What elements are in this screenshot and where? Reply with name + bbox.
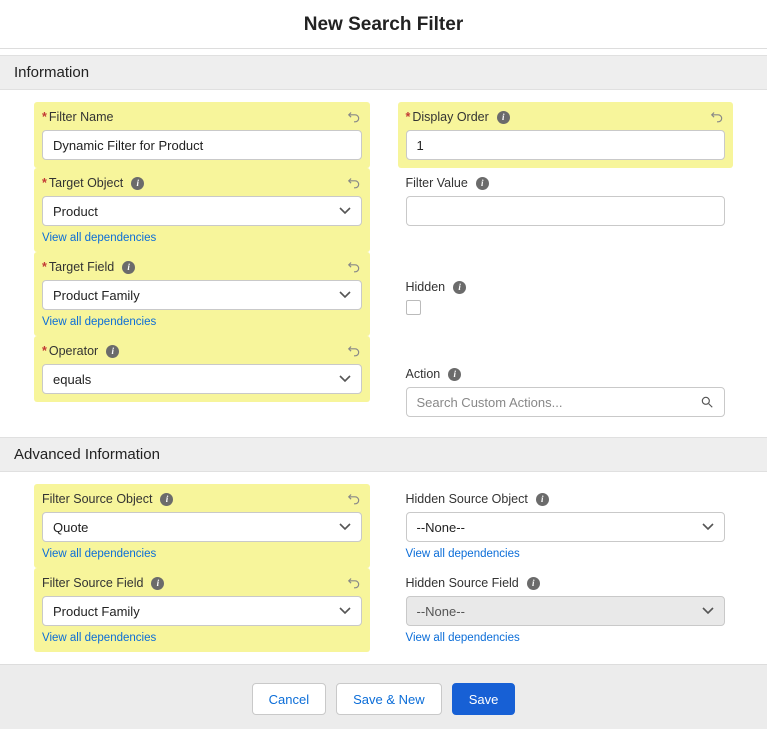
display-order-label: Display Order <box>412 110 488 124</box>
hidden-source-object-label: Hidden Source Object <box>406 492 528 506</box>
chevron-down-icon <box>339 523 351 531</box>
operator-select[interactable]: equals <box>42 364 362 394</box>
undo-icon[interactable] <box>346 342 362 358</box>
search-icon <box>700 395 714 409</box>
chevron-down-icon <box>702 523 714 531</box>
operator-label: Operator <box>49 344 98 358</box>
info-icon[interactable]: i <box>448 368 461 381</box>
required-asterisk: * <box>42 260 47 274</box>
filter-source-field-select[interactable]: Product Family <box>42 596 362 626</box>
information-body: * Filter Name * Target Object i Product … <box>0 90 767 437</box>
info-icon[interactable]: i <box>476 177 489 190</box>
target-field-select[interactable]: Product Family <box>42 280 362 310</box>
info-right-col: * Display Order i Filter Value i Hidden … <box>398 102 734 425</box>
hidden-source-object-deps-link[interactable]: View all dependencies <box>406 548 520 560</box>
undo-icon[interactable] <box>709 108 725 124</box>
info-icon[interactable]: i <box>453 281 466 294</box>
adv-left-col: Filter Source Object i Quote View all de… <box>34 484 370 652</box>
info-icon[interactable]: i <box>527 577 540 590</box>
required-asterisk: * <box>42 110 47 124</box>
required-asterisk: * <box>42 176 47 190</box>
undo-icon[interactable] <box>346 108 362 124</box>
undo-icon[interactable] <box>346 174 362 190</box>
target-field-value: Product Family <box>53 288 140 303</box>
hidden-source-field-label: Hidden Source Field <box>406 576 519 590</box>
display-order-input[interactable] <box>406 130 726 160</box>
save-new-button[interactable]: Save & New <box>336 683 442 715</box>
chevron-down-icon <box>702 607 714 615</box>
operator-value: equals <box>53 372 91 387</box>
hidden-source-field-value: --None-- <box>417 604 465 619</box>
chevron-down-icon <box>339 607 351 615</box>
filter-source-field-deps-link[interactable]: View all dependencies <box>42 632 156 644</box>
field-filter-name: * Filter Name <box>34 102 370 168</box>
section-advanced: Advanced Information <box>0 437 767 472</box>
target-object-deps-link[interactable]: View all dependencies <box>42 232 156 244</box>
undo-icon[interactable] <box>346 574 362 590</box>
filter-value-label: Filter Value <box>406 176 468 190</box>
info-icon[interactable]: i <box>131 177 144 190</box>
hidden-source-field-select[interactable]: --None-- <box>406 596 726 626</box>
page-title: New Search Filter <box>0 0 767 49</box>
info-icon[interactable]: i <box>151 577 164 590</box>
action-lookup[interactable]: Search Custom Actions... <box>406 387 726 417</box>
info-icon[interactable]: i <box>106 345 119 358</box>
info-icon[interactable]: i <box>497 111 510 124</box>
target-object-select[interactable]: Product <box>42 196 362 226</box>
filter-source-field-label: Filter Source Field <box>42 576 143 590</box>
filter-value-input[interactable] <box>406 196 726 226</box>
chevron-down-icon <box>339 375 351 383</box>
footer: Cancel Save & New Save <box>0 664 767 729</box>
required-asterisk: * <box>406 110 411 124</box>
hidden-checkbox[interactable] <box>406 300 421 315</box>
hidden-label: Hidden <box>406 280 446 294</box>
target-field-label: Target Field <box>49 260 114 274</box>
info-icon[interactable]: i <box>122 261 135 274</box>
field-target-field: * Target Field i Product Family View all… <box>34 252 370 336</box>
filter-name-input[interactable] <box>42 130 362 160</box>
save-button[interactable]: Save <box>452 683 516 715</box>
field-hidden-source-object: Hidden Source Object i --None-- View all… <box>398 484 734 568</box>
info-icon[interactable]: i <box>160 493 173 506</box>
filter-source-object-value: Quote <box>53 520 88 535</box>
field-filter-source-field: Filter Source Field i Product Family Vie… <box>34 568 370 652</box>
required-asterisk: * <box>42 344 47 358</box>
adv-right-col: Hidden Source Object i --None-- View all… <box>398 484 734 652</box>
target-object-value: Product <box>53 204 98 219</box>
chevron-down-icon <box>339 207 351 215</box>
field-filter-source-object: Filter Source Object i Quote View all de… <box>34 484 370 568</box>
cancel-button[interactable]: Cancel <box>252 683 326 715</box>
chevron-down-icon <box>339 291 351 299</box>
target-object-label: Target Object <box>49 176 123 190</box>
field-hidden-source-field: Hidden Source Field i --None-- View all … <box>398 568 734 652</box>
advanced-body: Filter Source Object i Quote View all de… <box>0 472 767 664</box>
filter-source-field-value: Product Family <box>53 604 140 619</box>
info-left-col: * Filter Name * Target Object i Product … <box>34 102 370 425</box>
field-operator: * Operator i equals <box>34 336 370 402</box>
filter-source-object-deps-link[interactable]: View all dependencies <box>42 548 156 560</box>
section-information: Information <box>0 55 767 90</box>
field-hidden: Hidden i <box>398 272 734 323</box>
info-icon[interactable]: i <box>536 493 549 506</box>
undo-icon[interactable] <box>346 258 362 274</box>
undo-icon[interactable] <box>346 490 362 506</box>
action-label: Action <box>406 367 441 381</box>
hidden-source-object-select[interactable]: --None-- <box>406 512 726 542</box>
action-placeholder: Search Custom Actions... <box>417 395 563 410</box>
filter-name-label: Filter Name <box>49 110 114 124</box>
field-target-object: * Target Object i Product View all depen… <box>34 168 370 252</box>
hidden-source-field-deps-link[interactable]: View all dependencies <box>406 632 520 644</box>
field-filter-value: Filter Value i <box>398 168 734 234</box>
filter-source-object-select[interactable]: Quote <box>42 512 362 542</box>
target-field-deps-link[interactable]: View all dependencies <box>42 316 156 328</box>
hidden-source-object-value: --None-- <box>417 520 465 535</box>
field-action: Action i Search Custom Actions... <box>398 359 734 425</box>
field-display-order: * Display Order i <box>398 102 734 168</box>
filter-source-object-label: Filter Source Object <box>42 492 152 506</box>
